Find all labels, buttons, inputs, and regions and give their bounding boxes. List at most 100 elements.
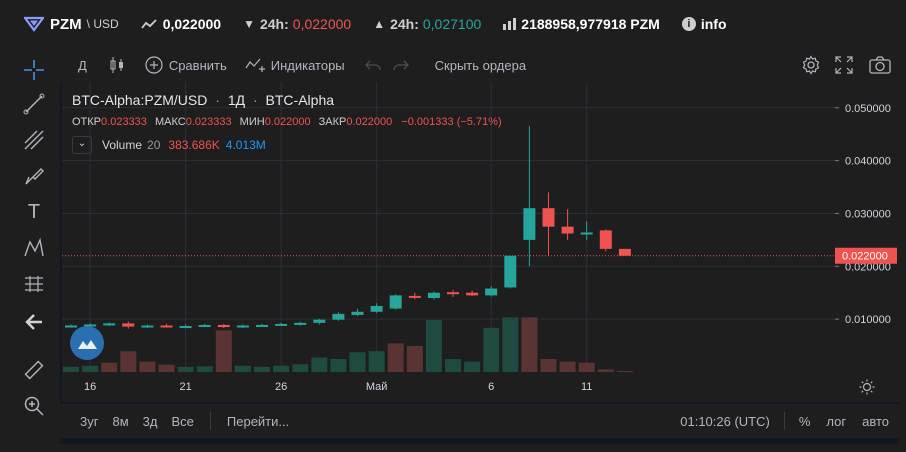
- candle-body: [103, 323, 116, 326]
- low-value: 0.022000: [264, 116, 311, 128]
- camera-icon: [869, 56, 891, 74]
- trend-line-icon: [140, 19, 157, 29]
- ruler-icon: [24, 360, 44, 380]
- text-tool[interactable]: T: [22, 200, 46, 224]
- chart-legend: BTC-Alpha:PZM/USD · 1Д · BTC-Alpha ОТКР 0…: [72, 92, 502, 154]
- low-label: МИН: [239, 116, 265, 128]
- measure-tool[interactable]: [22, 272, 46, 296]
- brand: PZM \ USD: [24, 16, 119, 33]
- percent-scale-toggle[interactable]: %: [799, 414, 811, 429]
- high-24h-stat: ▲ 24h: 0,027100: [373, 16, 481, 32]
- last-price-stat: 0,022000: [140, 16, 222, 32]
- pair-name: PZM: [50, 15, 82, 33]
- utc-clock[interactable]: 01:10:26 (UTC): [680, 414, 770, 429]
- volume-bar: [215, 330, 232, 372]
- info-icon: i: [681, 17, 696, 31]
- price-tick-label: 0.010000: [845, 314, 891, 326]
- ticker-header: PZM \ USD 0,022000 ▼ 24h: 0,022000 ▲ 24h…: [0, 0, 906, 48]
- price-scale-svg: 0.0500000.0400000.0300000.0200000.010000…: [835, 103, 897, 326]
- volume-name: Volume: [102, 138, 143, 152]
- time-tick-label: 21: [179, 381, 191, 393]
- candle-body: [217, 324, 230, 328]
- indicators-button[interactable]: Индикаторы: [245, 56, 345, 74]
- info-link[interactable]: i info: [681, 16, 727, 32]
- scale-settings-button[interactable]: [835, 372, 899, 402]
- zoom-tool[interactable]: [22, 394, 46, 418]
- price-tick-label: 0.040000: [845, 156, 891, 168]
- undo-icon: [364, 60, 381, 71]
- time-tick-label: 16: [84, 381, 96, 393]
- tradingview-logo[interactable]: [70, 326, 104, 360]
- candle-body: [542, 208, 555, 227]
- candle-body: [408, 295, 421, 298]
- collapse-legend-button[interactable]: ⌄: [72, 136, 92, 154]
- chart-toolbar: Д Сравнить Индикаторы Скрыть ордера: [60, 48, 899, 82]
- volume-bar: [292, 364, 309, 372]
- volume-bar: [139, 361, 156, 372]
- plus-circle-icon: [145, 56, 163, 74]
- quote-currency: \ USD: [86, 17, 119, 31]
- snapshot-button[interactable]: [869, 56, 891, 74]
- compare-button[interactable]: Сравнить: [145, 56, 227, 74]
- volume-bar: [387, 343, 404, 372]
- log-scale-toggle[interactable]: лог: [826, 414, 846, 429]
- open-label: ОТКР: [72, 116, 102, 128]
- candle-body: [122, 323, 135, 327]
- time-scale[interactable]: 16 21 26 Май 6 11: [62, 372, 835, 402]
- undo-button[interactable]: [364, 58, 381, 72]
- sun-icon: [859, 379, 875, 395]
- redo-button[interactable]: [393, 58, 409, 72]
- time-tick-label: Май: [366, 381, 388, 393]
- settings-button[interactable]: [801, 55, 821, 75]
- volume-bar: [349, 352, 366, 372]
- interval-label: Д: [78, 57, 87, 73]
- brush-tool[interactable]: [22, 164, 46, 188]
- trend-line-tool[interactable]: [22, 92, 46, 116]
- last-price-badge-label: 0.022000: [842, 251, 888, 263]
- range-3d[interactable]: 3д: [143, 414, 158, 429]
- pattern-tool[interactable]: [22, 236, 46, 260]
- volume-bar: [425, 320, 442, 372]
- ruler-tool[interactable]: [22, 358, 46, 382]
- candle-body: [389, 295, 402, 309]
- legend-title: BTC-Alpha:PZM/USD · 1Д · BTC-Alpha: [72, 92, 335, 108]
- volume-bar: [311, 357, 328, 372]
- goto-button[interactable]: Перейти...: [227, 414, 289, 429]
- candle-body: [198, 324, 211, 327]
- volume-stat: 2188958,977918 PZM: [503, 16, 660, 32]
- last-price: 0,022000: [162, 16, 222, 32]
- crosshair-tool[interactable]: [22, 58, 46, 82]
- hide-orders-button[interactable]: Скрыть ордера: [435, 58, 526, 73]
- candle-body: [179, 326, 192, 329]
- price-scale[interactable]: 0.050000 0.040000 0.030000 0.020000 0.010000…: [835, 82, 899, 372]
- volume-bar: [158, 364, 175, 372]
- candle-body: [141, 325, 154, 328]
- low-24h-stat: ▼ 24h: 0,022000: [243, 16, 351, 32]
- triangle-up-icon: ▲: [373, 17, 386, 31]
- fib-tool[interactable]: [22, 128, 46, 152]
- volume-bar: [578, 362, 595, 372]
- interval-button[interactable]: Д: [78, 58, 87, 73]
- range-3y[interactable]: 3уг: [80, 414, 98, 429]
- fullscreen-button[interactable]: [835, 56, 853, 74]
- bar-chart-icon: [503, 18, 517, 30]
- volume-bar: [120, 351, 137, 372]
- compare-label: Сравнить: [168, 57, 227, 73]
- pitchfork-icon: [24, 130, 44, 150]
- candle-body: [256, 324, 268, 327]
- trend-line-tool-icon: [23, 93, 45, 115]
- volume-bar: [502, 317, 519, 372]
- cloud-logo-icon: [78, 340, 97, 349]
- range-8m[interactable]: 8м: [112, 414, 128, 429]
- candle-body: [160, 325, 173, 328]
- volume-value-legend: 383.686K: [168, 138, 220, 152]
- chart-type-button[interactable]: [109, 56, 125, 74]
- volume-length: 20: [147, 138, 161, 152]
- candle-body: [275, 323, 288, 326]
- collapse-tools-button[interactable]: [22, 310, 46, 334]
- range-all[interactable]: Все: [171, 414, 193, 429]
- volume-bar: [559, 361, 576, 372]
- auto-scale-toggle[interactable]: авто: [862, 414, 889, 429]
- high-24h-label: 24h:: [390, 16, 419, 32]
- high-24h-value: 0,027100: [422, 16, 482, 32]
